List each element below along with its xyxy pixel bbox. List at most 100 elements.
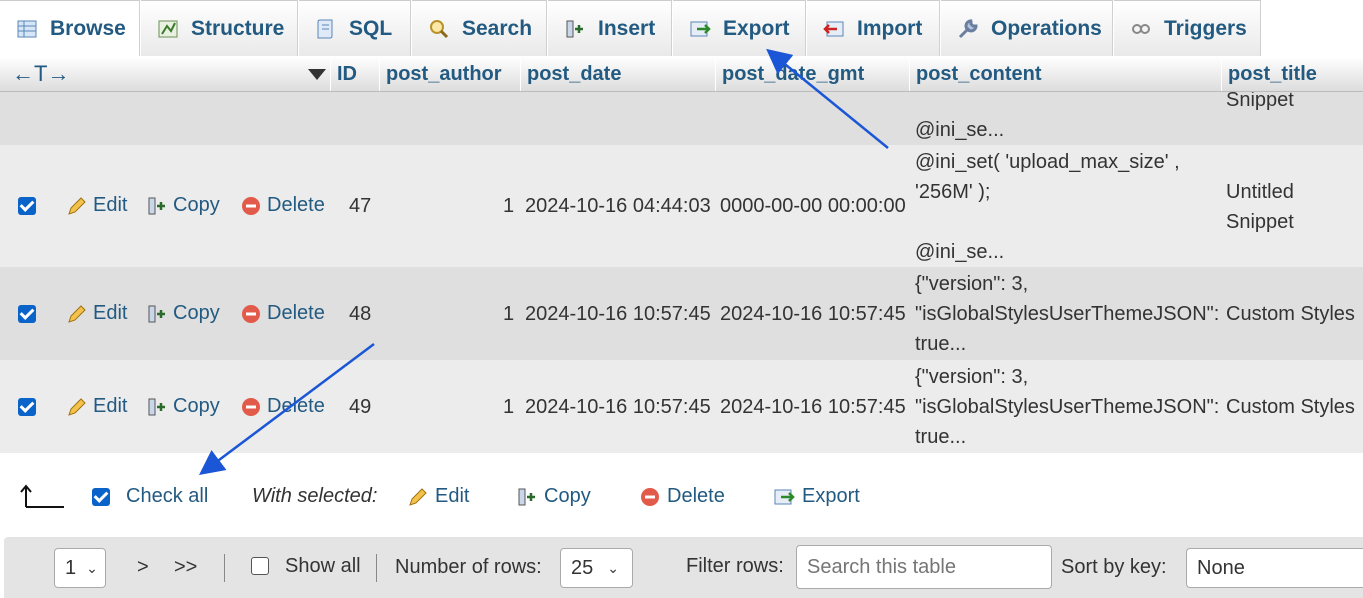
content-line: "isGlobalStylesUserThemeJSON": [915,396,1220,418]
content-line: true... [915,426,967,448]
post-content-cell: @ini_set( 'upload_max_size' , '256M' ); … [915,147,1180,267]
copy-label: Copy [173,395,220,417]
tab-structure[interactable]: Structure [141,0,298,56]
chevron-down-icon: ⌄ [607,559,619,576]
column-header-post-date-gmt[interactable]: post_date_gmt [715,57,908,91]
edit-row-button[interactable]: Edit [66,302,127,325]
bulk-export-button[interactable]: Export [772,485,860,508]
tab-export[interactable]: Export [673,0,806,56]
post-title-cell: Custom Styles [1226,396,1355,418]
bulk-edit-label: Edit [435,485,470,507]
row-checkbox[interactable] [18,197,36,215]
sort-dropdown-icon[interactable] [308,69,326,80]
copy-row-button[interactable]: Copy [146,194,220,217]
rows-value: 25 [571,556,594,579]
bulk-copy-label: Copy [544,485,591,507]
filter-rows-label: Filter rows: [686,555,784,577]
pencil-icon [409,487,427,506]
tab-bar: Browse Structure SQL Search Insert Expor… [0,0,1363,58]
delete-row-button[interactable]: Delete [240,302,325,325]
column-header-id[interactable]: ID [330,57,378,91]
column-header-post-author[interactable]: post_author [379,57,519,91]
bulk-delete-label: Delete [667,485,725,507]
table-row: Edit Copy Delete 47 1 2024-10-16 04:44:0… [0,145,1363,267]
copy-label: Copy [173,302,220,324]
post-title-cell: Untitled Snippet [1226,177,1294,237]
last-page-button[interactable]: >> [174,556,198,579]
tab-label: SQL [349,16,393,40]
edit-label: Edit [93,302,128,324]
column-resize-arrows[interactable]: ←T→ [12,57,69,91]
table-row: Edit Copy Delete 49 1 2024-10-16 10:57:4… [0,360,1363,453]
delete-icon [641,487,659,506]
insert-icon [566,20,583,37]
tab-import[interactable]: Import [807,0,940,56]
tab-label: Import [857,16,923,40]
sort-by-key-label: Sort by key: [1061,556,1167,578]
id-cell: 47 [349,195,372,217]
show-all-label[interactable]: Show all [285,555,361,578]
content-line: @ini_set( 'upload_max_size' , [915,151,1180,173]
row-checkbox[interactable] [18,305,36,323]
column-header-post-content[interactable]: post_content [909,57,1220,91]
post-title-cell: Custom Styles [1226,303,1355,325]
delete-row-button[interactable]: Delete [240,194,325,217]
delete-icon [242,397,260,416]
row-checkbox[interactable] [18,398,36,416]
copy-icon [518,488,535,505]
post-author-cell: 1 [503,195,515,217]
bulk-delete-button[interactable]: Delete [639,485,725,508]
tab-operations[interactable]: Operations [941,0,1113,56]
sql-icon [317,19,333,38]
bulk-actions-bar: Check all With selected: Edit Copy Delet… [0,455,1363,535]
column-header-post-date[interactable]: post_date [520,57,714,91]
post-content-cell: {"version": 3, "isGlobalStylesUserThemeJ… [915,362,1219,452]
content-line: "isGlobalStylesUserThemeJSON": [915,303,1220,325]
content-line: '256M' ); [915,181,991,203]
copy-row-button[interactable]: Copy [146,395,220,418]
copy-row-button[interactable]: Copy [146,302,220,325]
delete-label: Delete [267,302,325,324]
check-all-label[interactable]: Check all [126,485,208,508]
structure-icon [158,20,178,37]
show-all-checkbox[interactable] [251,557,269,575]
sort-by-key-select[interactable]: None [1186,548,1363,588]
next-page-button[interactable]: > [137,556,149,579]
edit-row-button[interactable]: Edit [66,194,127,217]
table-header: ←T→ ID post_author post_date post_date_g… [0,57,1363,92]
column-header-post-title[interactable]: post_title [1221,57,1363,91]
tab-sql[interactable]: SQL [299,0,411,56]
tab-triggers[interactable]: Triggers [1114,0,1261,56]
tab-label: Browse [50,16,126,40]
pencil-icon [68,196,86,215]
tab-browse[interactable]: Browse [0,0,140,56]
tab-search[interactable]: Search [412,0,547,56]
page-select[interactable]: 1 ⌄ [54,548,106,588]
tab-label: Search [462,16,533,40]
rows-per-page-select[interactable]: 25 ⌄ [560,548,633,588]
bulk-copy-button[interactable]: Copy [516,485,591,508]
export-icon [774,489,795,504]
post-date-cell: 2024-10-16 10:57:45 [525,303,711,325]
tab-insert[interactable]: Insert [548,0,672,56]
post-author-cell: 1 [503,396,515,418]
post-title-cell: Snippet [1226,89,1294,111]
content-line: {"version": 3, [915,366,1029,388]
chevron-down-icon: ⌄ [86,559,98,576]
post-date-gmt-cell: 2024-10-16 10:57:45 [720,396,906,418]
divider [376,554,377,582]
arrow-up-left-icon [20,484,64,508]
pencil-icon [68,397,86,416]
copy-icon [148,398,165,415]
triggers-icon [1132,23,1150,34]
with-selected-label: With selected: [252,485,378,507]
title-line: Untitled [1226,181,1294,203]
filter-rows-input[interactable] [796,545,1052,589]
tab-label: Triggers [1164,16,1247,40]
delete-label: Delete [267,194,325,216]
edit-row-button[interactable]: Edit [66,395,127,418]
check-all-checkbox[interactable] [92,488,110,506]
bulk-edit-button[interactable]: Edit [407,485,469,508]
delete-row-button[interactable]: Delete [240,395,325,418]
copy-label: Copy [173,194,220,216]
